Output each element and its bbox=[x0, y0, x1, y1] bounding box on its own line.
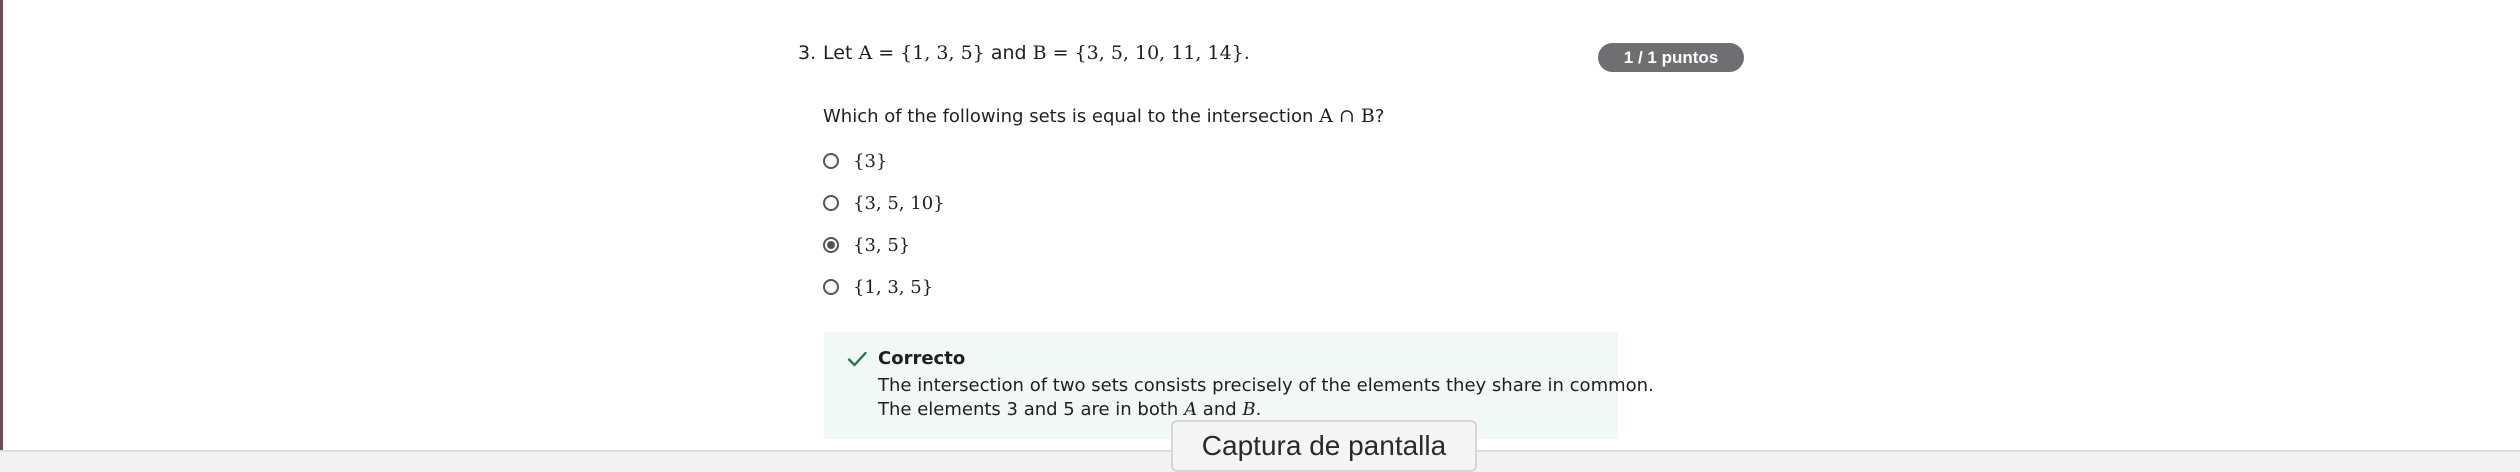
option-label: {3} bbox=[853, 150, 888, 172]
screenshot-tooltip: Captura de pantalla bbox=[1171, 420, 1477, 472]
question-intro-let: Let bbox=[823, 42, 853, 64]
set-b-math: B = {3, 5, 10, 11, 14} bbox=[1032, 42, 1244, 64]
feedback-line-2-end: . bbox=[1255, 399, 1262, 420]
check-icon bbox=[847, 351, 867, 367]
option-label: {1, 3, 5} bbox=[853, 276, 934, 298]
set-a-math: A = {1, 3, 5} bbox=[858, 42, 985, 64]
option-label: {3, 5} bbox=[853, 234, 911, 256]
prompt-end: ? bbox=[1374, 106, 1385, 127]
feedback-line-2-and: and bbox=[1202, 399, 1237, 420]
feedback-set-a: A bbox=[1184, 399, 1198, 420]
question-intro-and: and bbox=[990, 42, 1027, 64]
prompt-math: A ∩ B bbox=[1319, 105, 1375, 127]
answer-option-4[interactable]: {1, 3, 5} bbox=[823, 273, 933, 301]
feedback-line-1: The intersection of two sets consists pr… bbox=[878, 375, 1654, 396]
question-intro-end: . bbox=[1243, 42, 1250, 64]
radio-button[interactable] bbox=[823, 279, 839, 295]
question-header: Let A = {1, 3, 5} and B = {3, 5, 10, 11,… bbox=[823, 42, 1250, 64]
points-badge: 1 / 1 puntos bbox=[1598, 43, 1744, 72]
answer-option-3[interactable]: {3, 5} bbox=[823, 231, 910, 259]
window-left-edge bbox=[0, 0, 3, 472]
radio-button-selected[interactable] bbox=[823, 237, 839, 253]
answer-option-2[interactable]: {3, 5, 10} bbox=[823, 189, 945, 217]
radio-button[interactable] bbox=[823, 153, 839, 169]
feedback-set-b: B bbox=[1242, 399, 1256, 420]
answer-option-1[interactable]: {3} bbox=[823, 147, 887, 175]
radio-button[interactable] bbox=[823, 195, 839, 211]
prompt-text: Which of the following sets is equal to … bbox=[823, 106, 1314, 127]
feedback-line-2-start: The elements 3 and 5 are in both bbox=[878, 399, 1179, 420]
quiz-page: 3. Let A = {1, 3, 5} and B = {3, 5, 10, … bbox=[0, 0, 2520, 472]
feedback-line-2: The elements 3 and 5 are in both A and B… bbox=[878, 399, 1261, 420]
question-prompt: Which of the following sets is equal to … bbox=[823, 105, 1384, 127]
question-number: 3. bbox=[798, 42, 817, 64]
option-label: {3, 5, 10} bbox=[853, 192, 945, 214]
feedback-status: Correcto bbox=[878, 348, 966, 369]
